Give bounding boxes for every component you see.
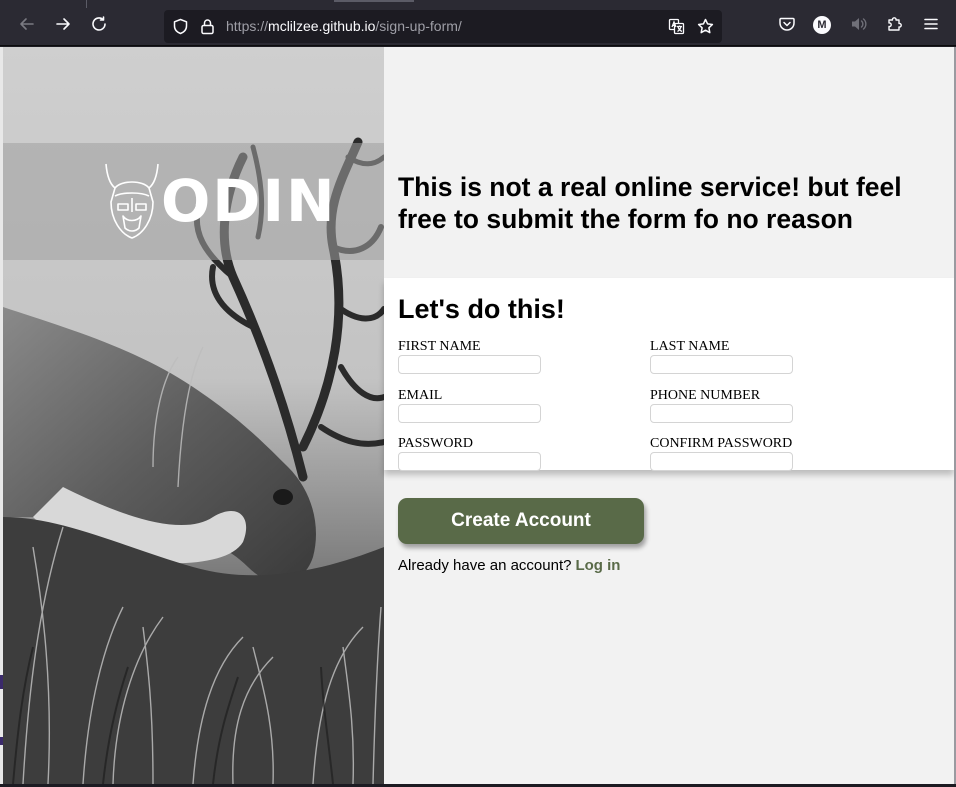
signup-form: Let's do this! FIRST NAME LAST NAME EMAI… — [384, 278, 954, 471]
browser-toolbar: https://mclilzee.github.io/sign-up-form/… — [0, 0, 956, 46]
first-name-input[interactable] — [398, 355, 541, 374]
form-title: Let's do this! — [398, 294, 565, 324]
first-name-label: FIRST NAME — [398, 339, 481, 354]
last-name-label: LAST NAME — [650, 339, 730, 354]
phone-number-label: PHONE NUMBER — [650, 388, 761, 403]
last-name-input[interactable] — [650, 355, 793, 374]
odin-logo: ODIN — [103, 162, 335, 240]
bookmark-star-icon[interactable] — [697, 18, 714, 35]
page-headline: This is not a real online service! but f… — [398, 172, 902, 234]
translate-icon[interactable] — [668, 18, 685, 35]
logo-text: ODIN — [161, 167, 337, 235]
shield-icon[interactable] — [172, 18, 189, 35]
forward-arrow-icon[interactable] — [50, 11, 76, 37]
login-link[interactable]: Log in — [575, 557, 620, 574]
email-input[interactable] — [398, 404, 541, 423]
login-prompt: Already have an account? Log in — [398, 557, 620, 575]
last-name-field: LAST NAME — [650, 339, 793, 374]
email-label: EMAIL — [398, 388, 443, 403]
url-bar[interactable]: https://mclilzee.github.io/sign-up-form/ — [164, 10, 722, 43]
password-field: PASSWORD — [398, 436, 541, 471]
password-input[interactable] — [398, 452, 541, 471]
phone-number-input[interactable] — [650, 404, 793, 423]
lock-icon[interactable] — [199, 18, 216, 35]
speaker-icon[interactable] — [850, 15, 868, 33]
url-host: mclilzee.github.io — [268, 18, 376, 34]
pocket-icon[interactable] — [778, 15, 796, 33]
password-label: PASSWORD — [398, 436, 473, 451]
login-prompt-text: Already have an account? — [398, 557, 572, 574]
phone-number-field: PHONE NUMBER — [650, 388, 793, 423]
page-viewport: ODIN This is not a real online service! … — [3, 47, 954, 784]
confirm-password-input[interactable] — [650, 452, 793, 471]
tab-strip-hint — [334, 0, 414, 2]
reload-icon[interactable] — [86, 11, 112, 37]
viking-helmet-icon — [105, 163, 159, 239]
extensions-icon[interactable] — [886, 15, 904, 33]
tab-separator — [86, 0, 87, 8]
create-account-button[interactable]: Create Account — [398, 498, 644, 544]
url-path: /sign-up-form/ — [375, 18, 462, 34]
email-field: EMAIL — [398, 388, 541, 423]
menu-icon[interactable] — [922, 15, 940, 33]
profile-avatar-icon[interactable]: M — [813, 16, 831, 34]
url-text[interactable]: https://mclilzee.github.io/sign-up-form/ — [226, 18, 462, 35]
confirm-password-field: CONFIRM PASSWORD — [650, 436, 793, 471]
confirm-password-label: CONFIRM PASSWORD — [650, 436, 793, 451]
url-scheme: https:// — [226, 18, 269, 34]
back-arrow-icon[interactable] — [14, 11, 40, 37]
first-name-field: FIRST NAME — [398, 339, 541, 374]
hero-image-deer: ODIN — [3, 47, 384, 784]
